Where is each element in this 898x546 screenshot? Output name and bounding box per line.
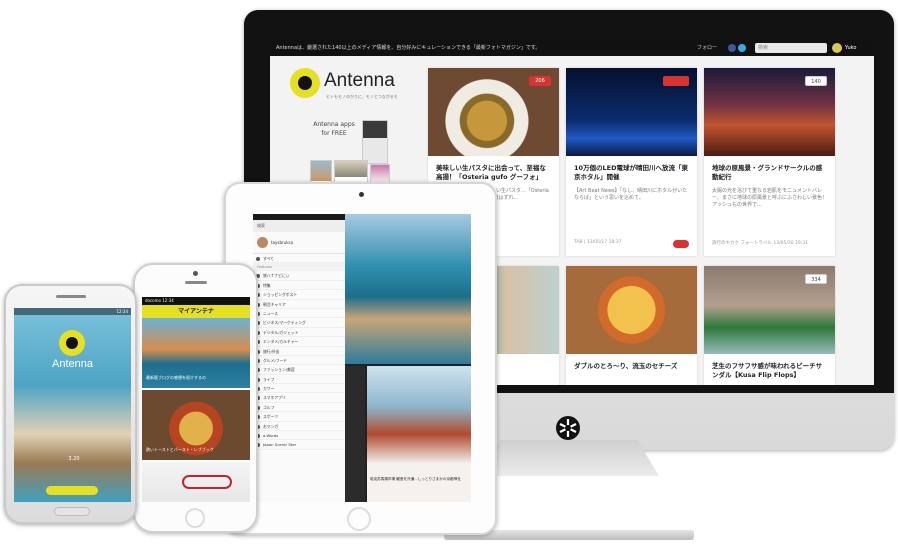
clip-button[interactable] (663, 76, 689, 86)
menu-item[interactable]: 旅ハナナビにぃ (253, 271, 345, 281)
article-title: ダブルのとろ〜り、流玉のセチーズ (574, 362, 678, 370)
article-excerpt: 【Art Beat News】「なし、晴田川にホタルがいたならば」という思いを込… (574, 188, 688, 201)
feed-caption: 熱いトーストとパ〜スト・レブブック (146, 447, 214, 452)
article-feed: 哈克苏馬頭市場 観音を扑通...しっとりさまかの京都神社 (345, 214, 471, 502)
start-button[interactable] (46, 486, 98, 495)
home-button[interactable] (185, 508, 205, 528)
menu-item[interactable]: ニュース (253, 309, 345, 319)
user-menu[interactable]: Yuko (832, 42, 872, 54)
avatar (832, 42, 842, 53)
article-source: 旅行のキカク フォートラベル 13/05/20 19:31 (712, 241, 808, 246)
feed-image[interactable] (345, 366, 365, 502)
top-nav-bar: Antennaは、厳選された140以上のメディア情報を、自分好みにキュレーション… (270, 40, 874, 56)
antenna-logo[interactable]: Antenna ヒトもモノゆかりに、モノとつながるモ (290, 68, 420, 108)
apps-promo[interactable]: Antenna apps for FREE (310, 120, 420, 202)
camera (359, 192, 364, 197)
menu-item[interactable]: エンタメ/カルチャー (253, 337, 345, 347)
clip-count-badge[interactable]: 140 (805, 76, 827, 86)
promo-photo (362, 120, 388, 164)
menu-item[interactable]: a-Words (253, 431, 345, 441)
speaker (185, 281, 207, 284)
bicycle-image (182, 475, 232, 489)
carrier-label: docomo (145, 298, 161, 303)
article-title: 地球の原風景・グランドサークルの感動紀行 (712, 164, 823, 181)
feed-caption: 最新版ブログの感想を紹介するの (146, 375, 206, 380)
iphone-screen: docomo 12:34 マイアンテナ 最新版ブログの感想を紹介するの 熱いトー… (142, 297, 250, 502)
brand-name: Antenna (324, 70, 395, 91)
splash-date: 3.20 (68, 456, 80, 462)
menu-item[interactable]: グルメ/フード (253, 356, 345, 366)
menu-item[interactable]: スポーツ (253, 412, 345, 422)
twitter-icon[interactable] (738, 44, 746, 52)
like-button[interactable] (673, 240, 689, 248)
feed-caption: 哈克苏馬頭市場 観音を扑通...しっとりさまかの京都神社 (370, 477, 461, 481)
iphone-device: docomo 12:34 マイアンテナ 最新版ブログの感想を紹介するの 熱いトー… (133, 263, 258, 533)
antenna-mark-icon (59, 330, 85, 356)
user-name: Yuko (845, 45, 857, 51)
menu-item[interactable]: ゴルフ (253, 403, 345, 413)
clip-count-badge[interactable]: 334 (805, 274, 827, 284)
feed-card[interactable]: 哈克苏馬頭市場 観音を扑通...しっとりさまかの京都神社 (367, 366, 471, 502)
article-image (566, 266, 697, 354)
avatar (257, 237, 268, 248)
antenna-mark-icon (290, 68, 320, 98)
home-button[interactable] (54, 507, 90, 516)
ipad-device: 検索 taysbruksa すべて Features 旅ハナナビにぃ 特集 ショ… (224, 182, 497, 535)
menu-item[interactable]: デジタル/ガジェット (253, 328, 345, 338)
menu-item[interactable]: 朝活キャリア (253, 300, 345, 309)
menu-item[interactable]: ショッピングポスト (253, 290, 345, 300)
camera (193, 271, 198, 276)
home-button[interactable] (347, 507, 371, 531)
account-row[interactable]: taysbruksa (253, 232, 345, 254)
article-card[interactable]: 334 芝生のフサフサ感が味われるビーチサンダル【Kusa Flip Flops… (704, 266, 835, 385)
menu-item[interactable]: ビジネス/マーケティング (253, 318, 345, 328)
article-card[interactable]: 140 地球の原風景・グランドサークルの感動紀行 太陽の光を浴びて重なる岩肌をモ… (704, 68, 835, 256)
side-menu: 検索 taysbruksa すべて Features 旅ハナナビにぃ 特集 ショ… (253, 214, 345, 502)
article-title: 10万個のLED電球が晴田川へ放流「東京ホタル」開催 (574, 164, 689, 181)
menu-item[interactable]: 特集 (253, 281, 345, 291)
brand-tagline: ヒトもモノゆかりに、モノとつながるモ (326, 94, 398, 99)
search-input[interactable]: 検索 (253, 220, 345, 232)
stage: Antennaは、厳選された140以上のメディア情報を、自分好みにキュレーション… (0, 0, 898, 546)
article-card[interactable]: 10万個のLED電球が晴田川へ放流「東京ホタル」開催 【Art Beat New… (566, 68, 697, 256)
status-bar: docomo 12:34 (142, 297, 250, 305)
menu-section-label: Features (253, 263, 345, 272)
menu-item[interactable]: ライフ (253, 375, 345, 385)
android-device: 12:34 Antenna 3.20 (4, 284, 137, 524)
article-title: 美味しい生パスタに出会って、至福な高揚！「Osteria gufo グーフォ」 (436, 164, 546, 181)
feed-image[interactable] (345, 214, 471, 364)
android-screen: 12:34 Antenna 3.20 (14, 308, 131, 502)
status-bar: 12:34 (14, 308, 131, 315)
menu-item[interactable]: スマホアプリ (253, 393, 345, 403)
promo-text: Antenna apps for FREE (313, 121, 355, 137)
status-time: 12:34 (162, 298, 174, 303)
search-input[interactable]: 検索 (755, 43, 827, 53)
menu-item-all[interactable]: すべて (253, 254, 345, 264)
antenna-logo-icon (556, 416, 580, 440)
tablet-screen: 検索 taysbruksa すべて Features 旅ハナナビにぃ 特集 ショ… (253, 214, 471, 502)
menu-item[interactable]: ファッション/美容 (253, 365, 345, 375)
article-excerpt: 太陽の光を浴びて重なる岩肌をモニュメントバレー。まさに地球の原風景と呼ぶにふさわ… (712, 188, 827, 208)
article-source: TAB | 13/05/17 18:37 (574, 240, 622, 245)
account-name: taysbruksa (271, 240, 294, 245)
topbar-tagline: Antennaは、厳選された140以上のメディア情報を、自分好みにキュレーション… (276, 45, 541, 51)
clip-count-badge[interactable]: 206 (529, 76, 551, 86)
menu-item[interactable]: 旅行/外出 (253, 347, 345, 356)
imac-stand (479, 440, 659, 476)
article-card[interactable]: ダブルのとろ〜り、流玉のセチーズ (566, 266, 697, 385)
menu-item[interactable]: カワー (253, 384, 345, 394)
app-header: マイアンテナ (142, 305, 250, 318)
article-title: 芝生のフサフサ感が味われるビーチサンダル【Kusa Flip Flops】 (712, 362, 823, 379)
splash-wordmark: Antenna (52, 358, 93, 370)
speaker (56, 295, 86, 298)
menu-item[interactable]: おマンガ (253, 422, 345, 432)
facebook-icon[interactable] (728, 44, 736, 52)
follow-link[interactable]: フォロー (697, 40, 717, 56)
menu-item[interactable]: Japan Scenic Stor (253, 440, 345, 450)
